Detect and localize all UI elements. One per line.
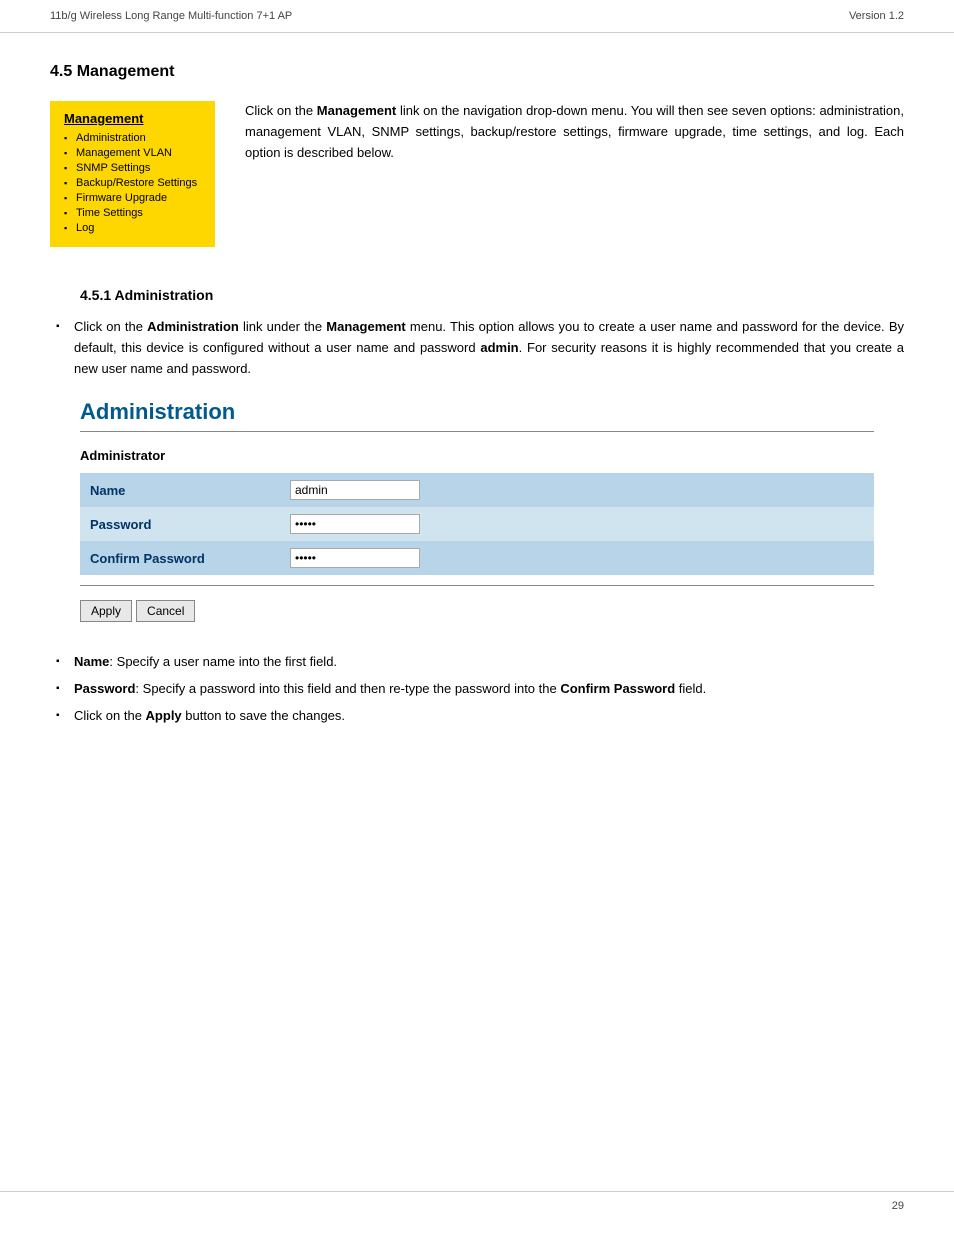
- password-label: Password: [80, 507, 280, 541]
- name-input[interactable]: [290, 480, 420, 500]
- section-451-intro-bullet: Click on the Administration link under t…: [50, 317, 904, 379]
- list-item: Backup/Restore Settings: [64, 177, 201, 189]
- header-left: 11b/g Wireless Long Range Multi-function…: [50, 10, 292, 22]
- management-box: Management Administration Management VLA…: [50, 101, 215, 247]
- section-451-title: 4.5.1 Administration: [80, 287, 904, 303]
- list-item: Time Settings: [64, 207, 201, 219]
- section-45: 4.5 Management Management Administration…: [50, 63, 904, 247]
- admin-divider-bottom: [80, 585, 874, 586]
- name-field-cell: [280, 473, 874, 507]
- main-content: 4.5 Management Management Administration…: [0, 33, 954, 793]
- list-item: Management VLAN: [64, 147, 201, 159]
- management-box-title: Management: [64, 111, 201, 126]
- admin-table: Name Password Confirm Password: [80, 473, 874, 575]
- table-row: Password: [80, 507, 874, 541]
- section-451-intro-list: Click on the Administration link under t…: [50, 317, 904, 379]
- bottom-bullet-name: Name: Specify a user name into the first…: [50, 652, 904, 673]
- confirm-password-label: Confirm Password: [80, 541, 280, 575]
- administration-panel: Administration Administrator Name Passwo…: [80, 399, 874, 622]
- table-row: Confirm Password: [80, 541, 874, 575]
- header-right: Version 1.2: [849, 10, 904, 22]
- page-footer: 29: [0, 1191, 954, 1220]
- cancel-button[interactable]: Cancel: [136, 600, 195, 622]
- admin-divider-top: [80, 431, 874, 432]
- confirm-password-field-cell: [280, 541, 874, 575]
- name-label: Name: [80, 473, 280, 507]
- password-input[interactable]: [290, 514, 420, 534]
- list-item: SNMP Settings: [64, 162, 201, 174]
- admin-section-label: Administrator: [80, 448, 874, 463]
- apply-button[interactable]: Apply: [80, 600, 132, 622]
- page-header: 11b/g Wireless Long Range Multi-function…: [0, 0, 954, 33]
- section-45-description: Click on the Management link on the navi…: [245, 101, 904, 247]
- page-number: 29: [892, 1200, 904, 1212]
- confirm-password-input[interactable]: [290, 548, 420, 568]
- section-45-title: 4.5 Management: [50, 63, 904, 81]
- table-row: Name: [80, 473, 874, 507]
- section-45-body: Management Administration Management VLA…: [50, 101, 904, 247]
- list-item: Administration: [64, 132, 201, 144]
- list-item: Log: [64, 222, 201, 234]
- list-item: Firmware Upgrade: [64, 192, 201, 204]
- bottom-bullet-apply: Click on the Apply button to save the ch…: [50, 706, 904, 727]
- bottom-bullet-password: Password: Specify a password into this f…: [50, 679, 904, 700]
- page-wrapper: 11b/g Wireless Long Range Multi-function…: [0, 0, 954, 1235]
- bottom-bullets-list: Name: Specify a user name into the first…: [50, 652, 904, 726]
- section-451: 4.5.1 Administration Click on the Admini…: [50, 287, 904, 727]
- admin-buttons: Apply Cancel: [80, 600, 874, 622]
- admin-panel-title: Administration: [80, 399, 874, 425]
- management-box-list: Administration Management VLAN SNMP Sett…: [64, 132, 201, 234]
- password-field-cell: [280, 507, 874, 541]
